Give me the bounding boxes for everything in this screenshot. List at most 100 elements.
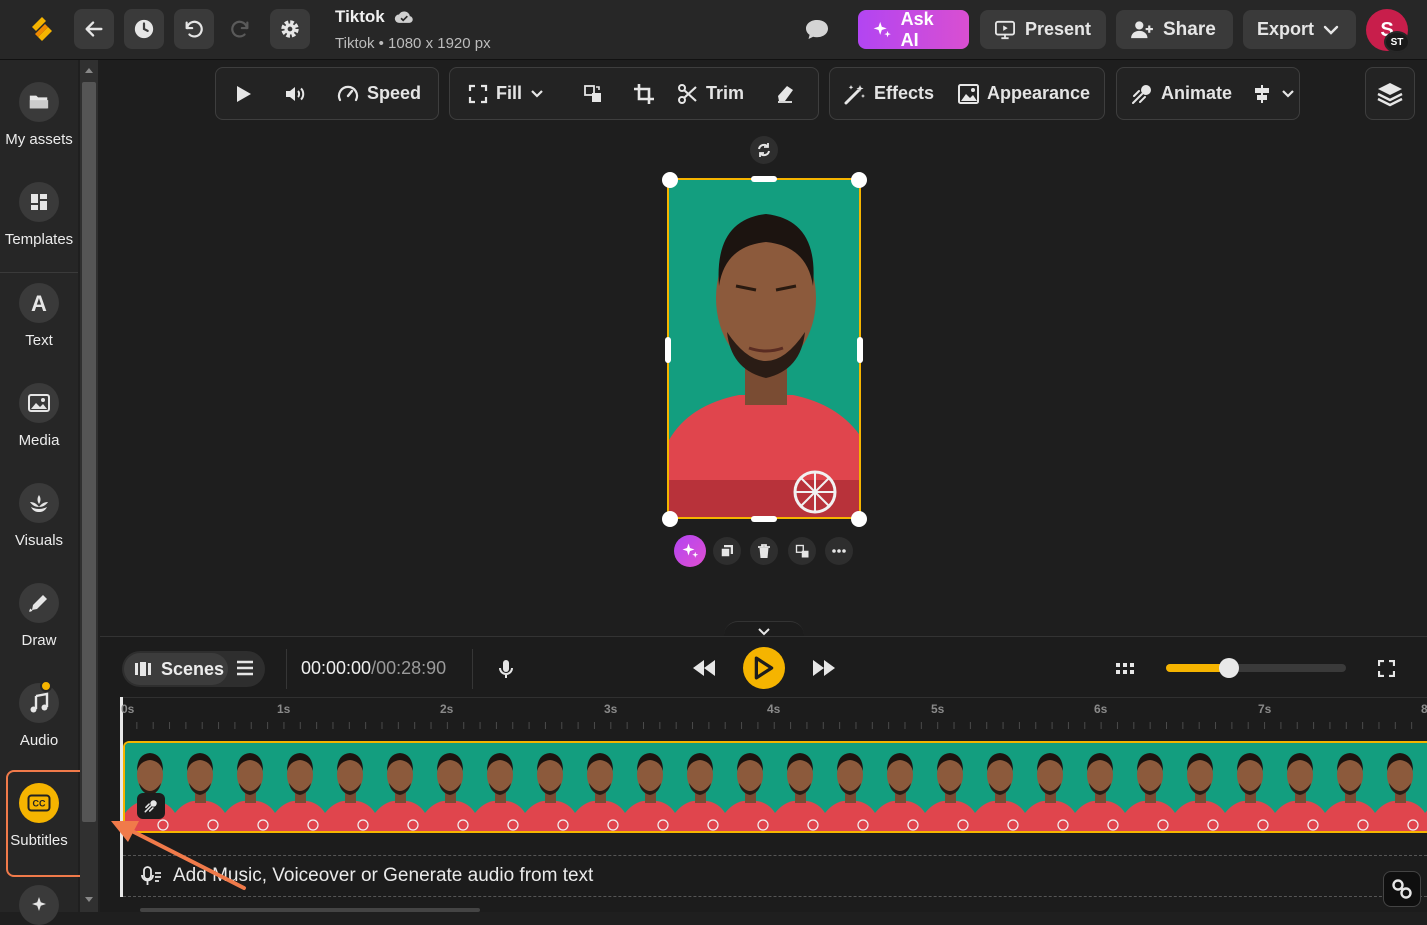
sidebar-item-label: Templates [4,231,74,248]
grid-view-button[interactable] [1116,662,1134,680]
video-track-clip[interactable] [123,741,1427,833]
record-voice-button[interactable] [498,659,514,684]
resize-handle-bottom[interactable] [751,516,777,522]
resize-handle-br[interactable] [851,511,867,527]
zoom-slider-thumb[interactable] [1219,658,1239,678]
grid-icon [1116,663,1134,674]
share-button[interactable]: Share [1116,10,1233,49]
project-title[interactable]: Tiktok [335,7,414,27]
export-button[interactable]: Export [1243,10,1356,49]
settings-button[interactable] [270,9,310,49]
layers-button[interactable] [1365,67,1415,120]
music-icon [30,692,49,713]
fullscreen-icon [1377,659,1396,678]
link-icon [1392,879,1412,899]
sidebar-item-label: Text [25,332,53,349]
ask-ai-button[interactable]: Ask AI [858,9,969,50]
ruler-tick-5: 5s [931,702,945,716]
scroll-up-arrow-icon[interactable] [84,66,94,74]
fill-dropdown[interactable]: Fill [468,68,544,119]
comments-button[interactable] [801,16,833,44]
sparkle-icon [873,21,891,37]
eraser-button[interactable] [772,68,798,119]
sidebar-item-label: Visuals [14,532,64,549]
timeline-horizontal-scrollbar[interactable] [140,908,480,912]
sidebar-item-label: My assets [5,131,73,148]
fast-forward-button[interactable] [812,659,836,682]
sidebar-item-text[interactable]: A Text [0,261,78,357]
back-button[interactable] [74,9,114,49]
resize-handle-tr[interactable] [851,172,867,188]
trim-button[interactable]: Trim [678,68,744,119]
sidebar-item-templates[interactable]: Templates [0,160,78,256]
ruler-tick-2: 2s [440,702,454,716]
sidebar-scrollbar[interactable] [80,60,98,912]
resize-handle-left[interactable] [665,337,671,363]
crop-icon [634,83,654,104]
sidebar-item-audio[interactable]: Audio [0,661,78,757]
redo-button[interactable] [220,9,260,49]
sidebar-item-more[interactable] [19,885,59,925]
selected-video-element[interactable] [667,178,861,519]
gear-icon [281,20,299,38]
volume-button[interactable] [282,68,310,119]
scenes-button[interactable]: Scenes [124,653,228,685]
scenes-label: Scenes [161,658,225,679]
effects-button[interactable]: Effects [844,68,934,119]
undo-button[interactable] [174,9,214,49]
sidebar-item-draw[interactable]: Draw [0,561,78,657]
crop-button[interactable] [631,68,657,119]
monitor-play-icon [995,20,1015,39]
svg-text:CC: CC [33,799,46,809]
fast-forward-icon [813,660,835,676]
history-button[interactable] [124,9,164,49]
speedometer-icon [337,85,359,101]
sidebar-item-visuals[interactable]: Visuals [0,461,78,557]
resize-handle-bl[interactable] [662,511,678,527]
resize-handle-top[interactable] [751,176,777,182]
copy-icon [720,545,733,558]
rotate-handle[interactable] [750,136,778,164]
present-button[interactable]: Present [980,10,1106,49]
replace-button[interactable] [580,68,606,119]
chevron-down-icon [758,628,770,636]
time-total: /00:28:90 [371,658,447,678]
sidebar-item-label: Draw [21,632,57,649]
left-sidebar: My assets Templates A Text Media Visuals… [0,60,93,925]
fullscreen-button[interactable] [1377,659,1396,682]
speed-button[interactable]: Speed [337,68,421,119]
ruler-tick-1: 1s [277,702,291,716]
timeline-play-button[interactable] [743,647,785,689]
resize-handle-right[interactable] [857,337,863,363]
app-logo[interactable] [26,13,58,45]
align-dropdown[interactable] [1253,68,1295,119]
play-button[interactable] [230,68,256,119]
animate-label: Animate [1161,83,1233,103]
scroll-down-arrow-icon[interactable] [84,896,94,904]
svg-text:A: A [31,292,47,314]
sidebar-item-media[interactable]: Media [0,361,78,457]
delete-button[interactable] [750,537,778,565]
resize-handle-tl[interactable] [662,172,678,188]
list-view-button[interactable] [236,659,254,682]
sidebar-item-my-assets[interactable]: My assets [0,60,78,156]
timeline-panel: Scenes 00:00:00/00:28:90 0s 1s 2s 3s 4s … [100,636,1427,912]
sidebar-item-subtitles[interactable]: CC Subtitles [0,761,78,857]
swap-button[interactable] [788,537,816,565]
film-icon [135,662,151,676]
time-display: 00:00:00/00:28:90 [301,658,446,679]
ai-magic-button[interactable] [674,535,706,567]
redo-icon [231,20,249,38]
rewind-button[interactable] [692,659,716,682]
clip-animation-button[interactable] [137,793,165,819]
user-avatar[interactable]: S ST [1366,9,1410,53]
text-icon: A [31,292,47,314]
appearance-button[interactable]: Appearance [958,68,1090,119]
audio-track-dropzone[interactable]: Add Music, Voiceover or Generate audio f… [123,855,1427,897]
help-widget-button[interactable] [1383,871,1421,907]
more-options-button[interactable] [825,537,853,565]
animate-button[interactable]: Animate [1131,68,1232,119]
zoom-slider[interactable] [1166,658,1346,678]
scrollbar-thumb[interactable] [82,82,96,822]
duplicate-button[interactable] [713,537,741,565]
